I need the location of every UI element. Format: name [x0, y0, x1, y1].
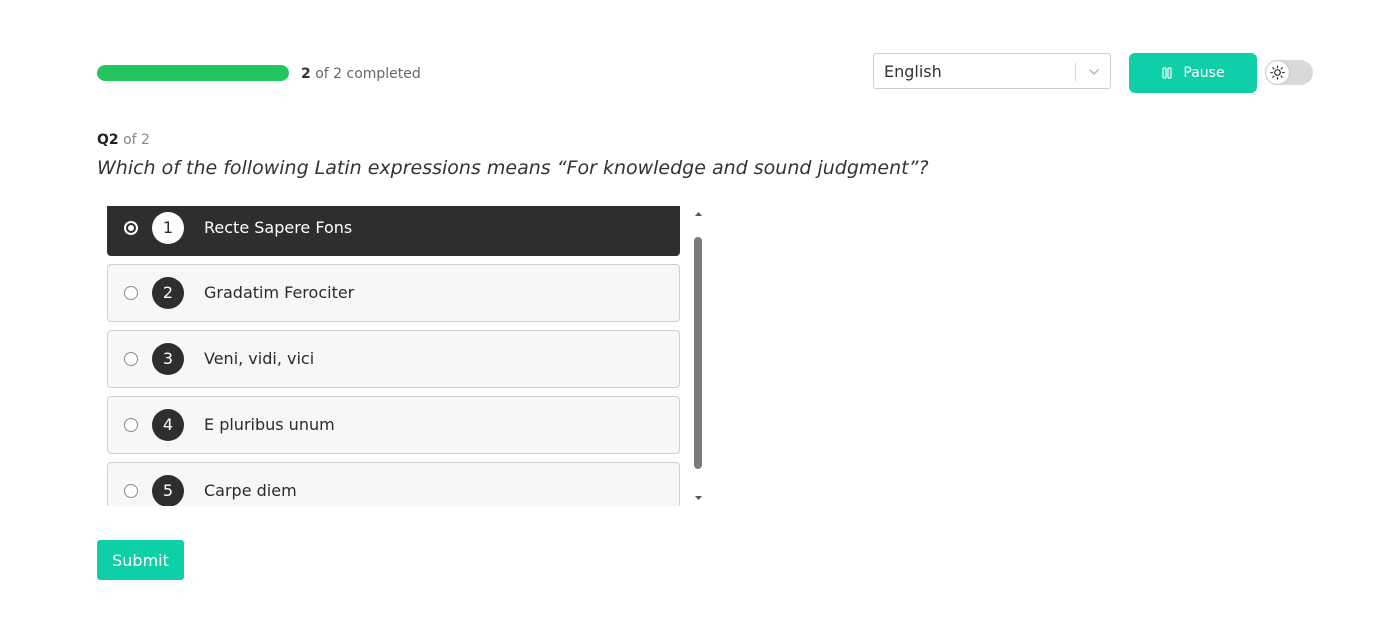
scroll-down-arrow-icon[interactable]	[693, 492, 704, 503]
progress-bar	[97, 65, 289, 81]
option-3[interactable]: 3 Veni, vidi, vici	[107, 330, 680, 388]
option-5-radio[interactable]	[124, 484, 138, 498]
scroll-up-arrow-icon[interactable]	[693, 209, 704, 220]
option-5-number: 5	[152, 475, 184, 506]
options-list[interactable]: 1 Recte Sapere Fons 2 Gradatim Ferociter…	[107, 206, 704, 506]
question-number: Q2	[97, 132, 119, 148]
progress-text: 2 of 2 completed	[301, 64, 421, 84]
options-scrollbar[interactable]	[693, 206, 704, 506]
option-4-number: 4	[152, 409, 184, 441]
language-select-divider	[1075, 63, 1076, 81]
option-1[interactable]: 1 Recte Sapere Fons	[107, 206, 680, 256]
option-3-label: Veni, vidi, vici	[204, 349, 315, 368]
progress-bar-fill	[97, 65, 289, 81]
option-4-radio[interactable]	[124, 418, 138, 432]
language-select[interactable]: English	[873, 53, 1111, 89]
submit-button[interactable]: Submit	[97, 540, 184, 580]
option-3-radio[interactable]	[124, 352, 138, 366]
question-total: of 2	[123, 132, 150, 148]
option-1-label: Recte Sapere Fons	[204, 218, 353, 237]
option-4-label: E pluribus unum	[204, 415, 335, 434]
option-5[interactable]: 5 Carpe diem	[107, 462, 680, 506]
sun-icon	[1270, 65, 1285, 80]
question-text: Which of the following Latin expressions…	[97, 157, 929, 179]
language-select-value: English	[884, 62, 942, 81]
theme-toggle-knob	[1266, 61, 1289, 84]
option-5-label: Carpe diem	[204, 481, 297, 500]
progress-completed-label: of 2 completed	[315, 66, 421, 82]
scrollbar-thumb[interactable]	[694, 237, 702, 469]
pause-button-label: Pause	[1183, 65, 1225, 81]
option-3-number: 3	[152, 343, 184, 375]
pause-button[interactable]: Pause	[1129, 53, 1257, 93]
option-1-radio[interactable]	[124, 221, 138, 235]
option-2-number: 2	[152, 277, 184, 309]
option-2[interactable]: 2 Gradatim Ferociter	[107, 264, 680, 322]
pause-icon	[1162, 67, 1173, 79]
option-2-label: Gradatim Ferociter	[204, 283, 355, 302]
option-1-number: 1	[152, 212, 184, 244]
question-counter: Q2 of 2	[97, 130, 150, 150]
progress-completed-count: 2	[301, 66, 311, 82]
option-2-radio[interactable]	[124, 286, 138, 300]
option-4[interactable]: 4 E pluribus unum	[107, 396, 680, 454]
theme-toggle[interactable]	[1265, 60, 1313, 85]
chevron-down-icon[interactable]	[1087, 65, 1101, 79]
